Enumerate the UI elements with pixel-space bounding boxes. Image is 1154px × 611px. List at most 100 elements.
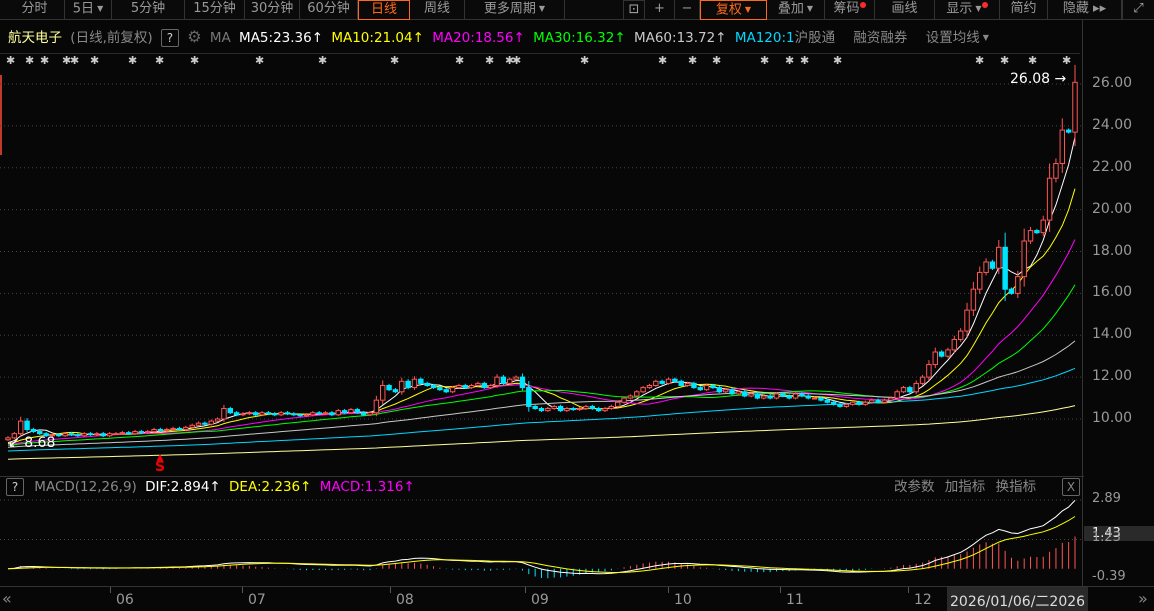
candle-up [373, 399, 380, 414]
right-button-4[interactable]: 筹码 [825, 0, 875, 20]
macd-tick-label: 1.23 [1092, 530, 1121, 546]
edit-params-button[interactable]: 改参数 [894, 479, 935, 495]
macd-title[interactable]: MACD(12,26,9) [34, 479, 137, 495]
candle-down [265, 412, 272, 415]
candle-up [900, 387, 907, 393]
right-button-0[interactable]: + [645, 0, 675, 20]
candle-up [932, 351, 938, 366]
macd-chart[interactable] [0, 496, 1082, 586]
right-button-5[interactable]: 画线 [875, 0, 935, 20]
candle-down [729, 389, 735, 395]
switch-indicator-button[interactable]: 换指标 [996, 479, 1037, 495]
candle-up [748, 393, 754, 397]
candle-up [367, 412, 373, 416]
candle-down [500, 376, 507, 384]
dif-value: DIF:2.894↑ [145, 479, 221, 495]
candle-down [557, 405, 564, 412]
fullscreen-icon[interactable]: ⤢ [1122, 0, 1154, 20]
candle-down [799, 393, 805, 397]
macd-help-button[interactable]: ? [6, 478, 24, 496]
month-label: 09 [531, 592, 549, 608]
scroll-right-button[interactable]: » [1138, 589, 1148, 608]
candle-up [475, 382, 481, 386]
right-button-2[interactable]: 复权 ▼ [700, 0, 767, 20]
add-indicator-button[interactable]: 加指标 [945, 479, 986, 495]
left-button-0[interactable]: 分时 [5, 0, 65, 20]
left-button-6[interactable]: 日线 [358, 0, 410, 20]
candle-up [132, 431, 138, 435]
candle-down [125, 432, 132, 435]
candle-up [811, 397, 818, 400]
month-tick [908, 587, 909, 593]
candle-down [462, 385, 469, 389]
signal-s-marker[interactable]: ▴ S [155, 450, 165, 474]
candle-up [608, 405, 615, 410]
candle-down [202, 422, 208, 425]
price-chart[interactable] [0, 20, 1082, 476]
month-tick [525, 587, 526, 593]
candle-down [227, 408, 234, 414]
candle-up [881, 399, 888, 403]
price-tick-label: 16.00 [1092, 284, 1133, 301]
right-button-3[interactable]: 叠加 ▼ [767, 0, 825, 20]
candle-up [189, 424, 195, 428]
price-tick-label: 22.00 [1092, 158, 1133, 175]
left-button-3[interactable]: 15分钟 [185, 0, 245, 20]
close-indicator-button[interactable]: X [1062, 478, 1080, 496]
month-tick [390, 587, 391, 593]
month-label: 06 [116, 592, 134, 608]
candle-down [341, 410, 348, 414]
high-price-label: 26.08 → [1010, 71, 1067, 87]
candle-down [697, 387, 704, 391]
left-button-2[interactable]: 5分钟 [112, 0, 185, 20]
candle-up [926, 364, 932, 378]
cursor-date: 2026/01/06/二2026 [947, 587, 1089, 611]
candle-down [481, 382, 488, 389]
left-button-8[interactable]: 更多周期 ▼ [465, 0, 565, 20]
candle-down [595, 408, 602, 412]
scroll-left-button[interactable]: « [2, 589, 12, 608]
month-label: 11 [786, 592, 804, 608]
candle-up [913, 382, 919, 393]
candle-up [468, 385, 475, 389]
candle-down [56, 434, 62, 437]
candle-up [487, 385, 494, 389]
candle-up [614, 401, 621, 407]
unlock-icon[interactable]: ⊡ [623, 0, 645, 20]
candle-down [354, 409, 361, 414]
candle-up [145, 431, 151, 434]
right-button-8[interactable]: 隐藏 ▸▸ [1048, 0, 1122, 20]
candle-up [551, 405, 557, 410]
candle-up [735, 391, 742, 395]
candle-down [75, 434, 81, 437]
candle-down [233, 412, 240, 416]
candle-up [94, 433, 100, 436]
candle-up [576, 408, 583, 411]
period-toolbar: 分时 5日 ▼ 5分钟 15分钟 30分钟 60分钟 日线 周线 更多周期 ▼ + − 复权 ▼ 叠加 ▼ 筹码画… [0, 0, 1154, 20]
candle-down [989, 261, 996, 269]
left-button-7[interactable]: 周线 [410, 0, 465, 20]
candle-down [767, 395, 773, 399]
candle-up [583, 405, 589, 410]
right-button-1[interactable]: − [675, 0, 700, 20]
macd-header: ? MACD(12,26,9) DIF:2.894↑ DEA:2.236↑ MA… [0, 476, 1084, 496]
candle-down [691, 382, 697, 389]
candle-down [1065, 129, 1072, 133]
candle-down [538, 408, 545, 412]
candle-up [303, 414, 310, 417]
candle-down [742, 391, 748, 397]
candle-up [627, 395, 634, 399]
candle-up [919, 376, 926, 384]
candle-up [602, 408, 608, 412]
candle-up [335, 410, 341, 416]
right-button-7[interactable]: 简约 [1000, 0, 1048, 20]
candle-down [532, 405, 538, 410]
candle-up [703, 385, 710, 391]
left-button-1[interactable]: 5日 ▼ [65, 0, 112, 20]
candle-up [259, 412, 265, 416]
left-button-5[interactable]: 60分钟 [300, 0, 358, 20]
right-button-6[interactable]: 显示 ▼ [935, 0, 1000, 20]
month-tick [668, 587, 669, 593]
left-button-4[interactable]: 30分钟 [245, 0, 300, 20]
month-tick [242, 587, 243, 593]
